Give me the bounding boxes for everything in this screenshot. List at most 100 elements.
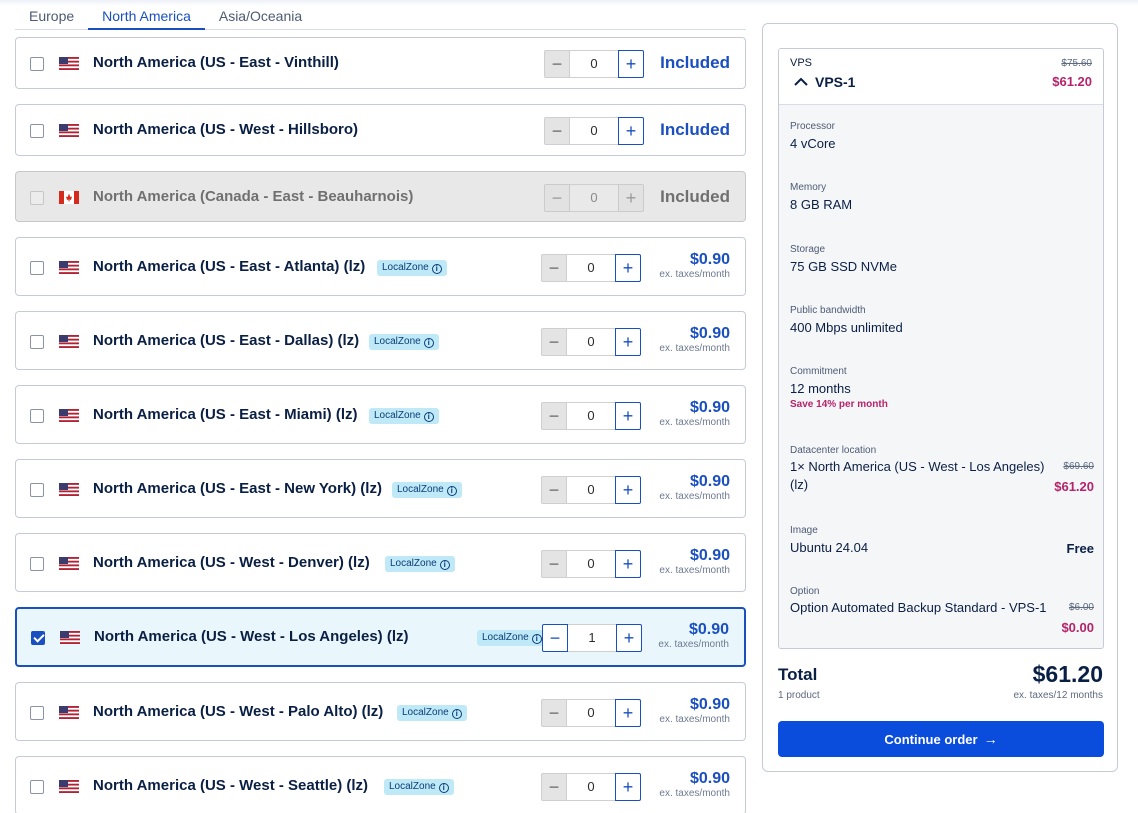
quantity-value[interactable]: 0: [567, 327, 615, 356]
localzone-badge[interactable]: LocalZone i: [384, 778, 454, 795]
chevron-up-icon[interactable]: [794, 77, 808, 87]
increment-button[interactable]: +: [615, 253, 641, 282]
location-checkbox[interactable]: [30, 260, 44, 275]
vps-header[interactable]: VPS VPS-1 $75.60 $61.20: [779, 49, 1103, 105]
price-taxes-note: ex. taxes/month: [659, 416, 730, 428]
location-row[interactable]: North America (US - West - Denver) (lz) L…: [15, 533, 746, 592]
price-taxes-note: ex. taxes/month: [659, 490, 730, 502]
quantity-stepper[interactable]: −0 +: [544, 117, 644, 145]
info-icon[interactable]: i: [423, 411, 434, 422]
localzone-badge[interactable]: LocalZone i: [385, 555, 455, 572]
info-icon[interactable]: i: [431, 263, 442, 274]
location-row[interactable]: North America (US - East - Dallas) (lz) L…: [15, 311, 746, 370]
increment-button[interactable]: +: [618, 117, 644, 145]
decrement-button[interactable]: −: [544, 50, 570, 78]
quantity-value[interactable]: 1: [568, 624, 616, 652]
quantity-value[interactable]: 0: [570, 50, 618, 78]
bandwidth-label: Public bandwidth: [790, 305, 866, 316]
quantity-value[interactable]: 0: [567, 772, 615, 801]
price-taxes-note: ex. taxes/month: [659, 342, 730, 354]
localzone-badge[interactable]: LocalZone i: [477, 630, 547, 646]
quantity-stepper[interactable]: −0 +: [541, 549, 641, 578]
datacenter-section: Datacenter location 1× North America (US…: [790, 445, 1094, 494]
location-price: $0.90: [688, 621, 729, 638]
quantity-stepper[interactable]: −0 +: [541, 772, 641, 801]
location-row[interactable]: North America (US - East - Miami) (lz) Lo…: [15, 385, 746, 444]
price-block: $0.90 ex. taxes/month: [659, 696, 730, 726]
increment-button[interactable]: +: [615, 401, 641, 430]
increment-button[interactable]: +: [615, 327, 641, 356]
decrement-button[interactable]: −: [541, 253, 567, 282]
quantity-value[interactable]: 0: [567, 401, 615, 430]
increment-button[interactable]: +: [615, 698, 641, 727]
increment-button[interactable]: +: [616, 624, 642, 652]
continue-order-button[interactable]: Continue order →: [778, 721, 1104, 757]
increment-button[interactable]: +: [615, 475, 641, 504]
location-checkbox[interactable]: [31, 631, 45, 645]
location-row[interactable]: North America (US - East - Vinthill) −0 + I…: [15, 37, 746, 89]
tab-north-america[interactable]: North America: [88, 4, 205, 30]
location-checkbox[interactable]: [30, 408, 44, 423]
quantity-value[interactable]: 0: [570, 117, 618, 145]
quantity-stepper[interactable]: −0 +: [541, 475, 641, 504]
location-checkbox[interactable]: [30, 779, 44, 794]
location-checkbox[interactable]: [30, 334, 44, 349]
localzone-badge[interactable]: LocalZone i: [392, 481, 462, 498]
location-row[interactable]: North America (US - West - Seattle) (lz)…: [15, 756, 746, 813]
total-label: Total: [778, 665, 818, 684]
location-name: North America (US - West - Seattle) (lz): [93, 776, 369, 794]
location-checkbox[interactable]: [30, 124, 44, 138]
commitment-value: 12 months: [790, 381, 851, 396]
decrement-button[interactable]: −: [542, 624, 568, 652]
tab-europe[interactable]: Europe: [15, 4, 88, 30]
increment-button[interactable]: +: [618, 50, 644, 78]
quantity-value[interactable]: 0: [567, 549, 615, 578]
localzone-badge[interactable]: LocalZone i: [369, 333, 439, 350]
info-icon[interactable]: i: [531, 634, 542, 644]
increment-button[interactable]: +: [615, 549, 641, 578]
option-value: Option Automated Backup Standard - VPS-1: [790, 600, 1047, 615]
decrement-button[interactable]: −: [541, 698, 567, 727]
quantity-value[interactable]: 0: [567, 253, 615, 282]
quantity-stepper[interactable]: −1 +: [542, 624, 642, 652]
us-flag-icon: [59, 482, 79, 496]
location-row[interactable]: North America (US - East - Atlanta) (lz)…: [15, 237, 746, 296]
location-row[interactable]: North America (US - East - New York) (lz…: [15, 459, 746, 518]
decrement-button[interactable]: −: [541, 327, 567, 356]
tab-asia-oceania[interactable]: Asia/Oceania: [205, 4, 316, 30]
price-taxes-note: ex. taxes/month: [659, 713, 730, 725]
info-icon[interactable]: i: [446, 485, 457, 496]
quantity-value[interactable]: 0: [567, 475, 615, 504]
info-icon[interactable]: i: [451, 708, 462, 719]
location-row[interactable]: North America (US - West - Palo Alto) (l…: [15, 682, 746, 741]
quantity-stepper[interactable]: −0 +: [541, 327, 641, 356]
info-icon[interactable]: i: [438, 782, 449, 793]
decrement-button[interactable]: −: [541, 401, 567, 430]
localzone-badge[interactable]: LocalZone i: [397, 704, 467, 721]
localzone-badge[interactable]: LocalZone i: [377, 259, 447, 276]
decrement-button[interactable]: −: [541, 772, 567, 801]
localzone-badge[interactable]: LocalZone i: [369, 407, 439, 424]
info-icon[interactable]: i: [423, 337, 434, 348]
quantity-stepper[interactable]: −0 +: [544, 50, 644, 78]
commitment-savings: Save 14% per month: [790, 399, 888, 410]
quantity-stepper[interactable]: −0 +: [541, 253, 641, 282]
quantity-stepper[interactable]: −0 +: [541, 401, 641, 430]
info-icon[interactable]: i: [439, 559, 450, 570]
decrement-button[interactable]: −: [541, 549, 567, 578]
location-checkbox[interactable]: [30, 556, 44, 571]
location-checkbox[interactable]: [30, 57, 44, 71]
location-checkbox[interactable]: [30, 482, 44, 497]
decrement-button[interactable]: −: [541, 475, 567, 504]
increment-button[interactable]: +: [615, 772, 641, 801]
canada-flag-icon: [59, 190, 79, 204]
quantity-stepper[interactable]: −0 +: [541, 698, 641, 727]
location-row[interactable]: North America (US - West - Hillsboro) −0 +…: [15, 104, 746, 156]
location-name: North America (US - West - Palo Alto) (l…: [93, 702, 384, 720]
decrement-button[interactable]: −: [544, 117, 570, 145]
location-checkbox[interactable]: [30, 705, 44, 720]
price-block: $0.90 ex. taxes/month: [659, 547, 730, 577]
quantity-value[interactable]: 0: [567, 698, 615, 727]
location-row[interactable]: North America (US - West - Los Angeles) …: [15, 607, 746, 667]
continue-order-label: Continue order: [884, 732, 978, 747]
